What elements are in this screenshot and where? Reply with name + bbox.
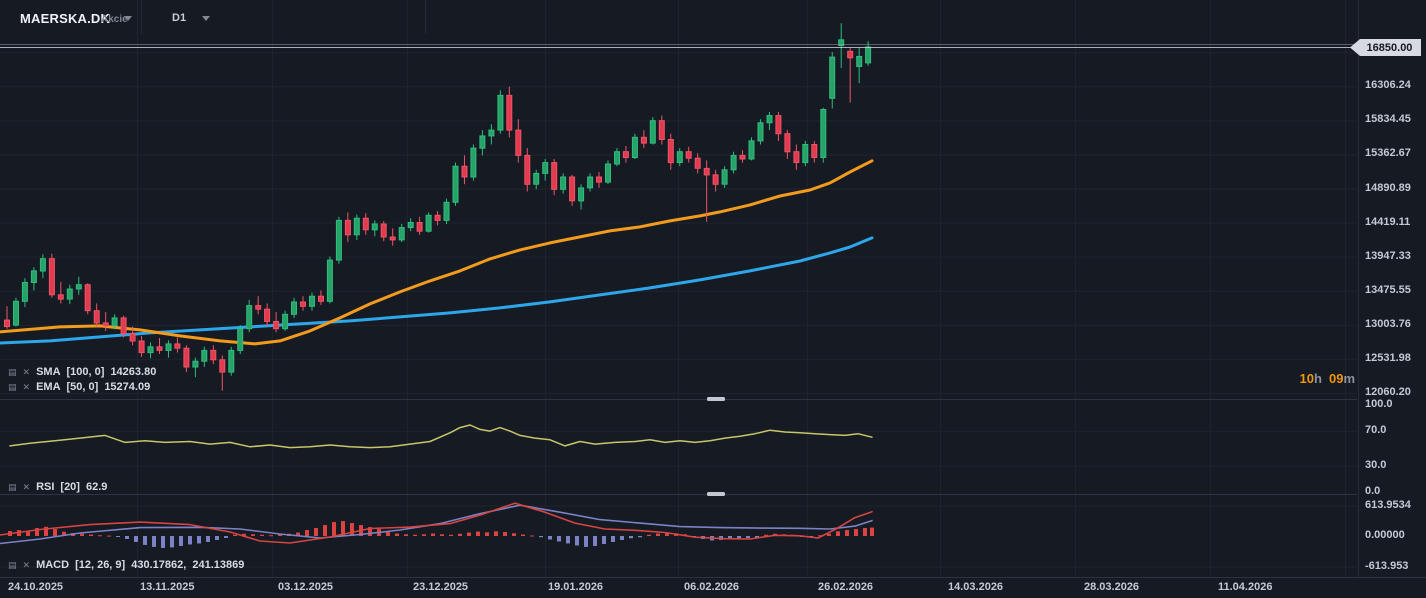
current-price-tag: 16850.00	[1350, 39, 1421, 56]
price-tick-label: 13947.33	[1365, 250, 1411, 263]
timeframe-selector[interactable]: D1	[172, 12, 186, 24]
price-tick-label: 15362.67	[1365, 147, 1411, 160]
date-tick-label: 28.03.2026	[1084, 581, 1139, 593]
price-tick-label: 15834.45	[1365, 113, 1411, 126]
price-tick-label: 12531.98	[1365, 352, 1411, 365]
indicator-remove-icon[interactable]: ✕	[23, 383, 31, 392]
indicator-params: [100, 0]	[67, 366, 105, 378]
indicator-settings-icon[interactable]: ▤	[8, 368, 17, 377]
countdown-hours-unit: h	[1314, 371, 1322, 386]
indicator-value: 62.9	[86, 481, 107, 493]
indicator-remove-icon[interactable]: ✕	[23, 483, 31, 492]
indicator-name: RSI	[36, 481, 54, 493]
indicator-params: [12, 26, 9]	[75, 559, 125, 571]
header-divider	[425, 0, 426, 34]
time-axis[interactable]: 24.10.2025 13.11.2025 03.12.2025 23.12.2025…	[0, 577, 1426, 598]
symbol-dropdown-caret-icon[interactable]	[124, 16, 132, 21]
indicator-settings-icon[interactable]: ▤	[8, 561, 17, 570]
indicator-legend-macd: ▤ ✕ MACD [12, 26, 9] 430.17862, 241.1386…	[8, 558, 244, 572]
price-tick-label: 14890.89	[1365, 182, 1411, 195]
indicator-remove-icon[interactable]: ✕	[23, 561, 31, 570]
indicator-remove-icon[interactable]: ✕	[23, 368, 31, 377]
price-tick-label: 13003.76	[1365, 318, 1411, 331]
timeframe-dropdown-caret-icon[interactable]	[202, 16, 210, 21]
countdown-minutes-unit: m	[1343, 371, 1355, 386]
date-tick-label: 06.02.2026	[684, 581, 739, 593]
indicator-value: 14263.80	[110, 366, 156, 378]
header-divider	[141, 0, 142, 34]
date-tick-label: 13.11.2025	[140, 581, 194, 593]
date-tick-label: 14.03.2026	[948, 581, 1003, 593]
rsi-tick-label: 100.0	[1365, 398, 1393, 411]
indicator-value: 430.17862, 241.13869	[131, 559, 244, 571]
candle-countdown: 10h 09m	[1155, 371, 1355, 386]
rsi-tick-label: 70.0	[1365, 424, 1386, 437]
macd-tick-label: -613.953	[1365, 560, 1408, 573]
indicator-legend-ema: ▤ ✕ EMA [50, 0] 15274.09	[8, 380, 150, 394]
rsi-tick-label: 30.0	[1365, 459, 1386, 472]
date-tick-label: 19.01.2026	[548, 581, 603, 593]
countdown-hours: 10	[1300, 371, 1314, 386]
chart-canvas[interactable]	[0, 0, 1358, 577]
price-tick-label: 16306.24	[1365, 79, 1411, 92]
current-price-value: 16850.00	[1367, 42, 1413, 54]
indicator-legend-sma: ▤ ✕ SMA [100, 0] 14263.80	[8, 365, 156, 379]
price-axis[interactable]: 16778.0216306.2415834.4515362.6714890.89…	[1358, 0, 1426, 577]
indicator-legend-rsi: ▤ ✕ RSI [20] 62.9	[8, 480, 107, 494]
indicator-name: MACD	[36, 559, 69, 571]
macd-tick-label: 0.00000	[1365, 529, 1405, 542]
pane-resize-handle[interactable]	[707, 397, 725, 401]
indicator-name: SMA	[36, 366, 60, 378]
date-tick-label: 03.12.2025	[278, 581, 333, 593]
macd-tick-label: 613.9534	[1365, 499, 1411, 512]
date-tick-label: 11.04.2026	[1218, 581, 1272, 593]
date-tick-label: 24.10.2025	[8, 581, 63, 593]
date-tick-label: 26.02.2026	[818, 581, 873, 593]
indicator-value: 15274.09	[104, 381, 150, 393]
pane-resize-handle[interactable]	[707, 492, 725, 496]
price-tick-label: 13475.55	[1365, 284, 1411, 297]
date-tick-label: 23.12.2025	[413, 581, 468, 593]
indicator-name: EMA	[36, 381, 60, 393]
trading-chart-window: 16778.0216306.2415834.4515362.6714890.89…	[0, 0, 1426, 598]
indicator-params: [50, 0]	[67, 381, 99, 393]
indicator-settings-icon[interactable]: ▤	[8, 383, 17, 392]
price-tick-label: 14419.11	[1365, 216, 1410, 229]
indicator-settings-icon[interactable]: ▤	[8, 483, 17, 492]
indicator-params: [20]	[60, 481, 80, 493]
chart-header: MAERSKA.DK Akcie D1	[0, 0, 1357, 34]
rsi-tick-label: 0.0	[1365, 485, 1380, 498]
symbol-name[interactable]: MAERSKA.DK	[20, 11, 110, 26]
countdown-minutes: 09	[1329, 371, 1343, 386]
